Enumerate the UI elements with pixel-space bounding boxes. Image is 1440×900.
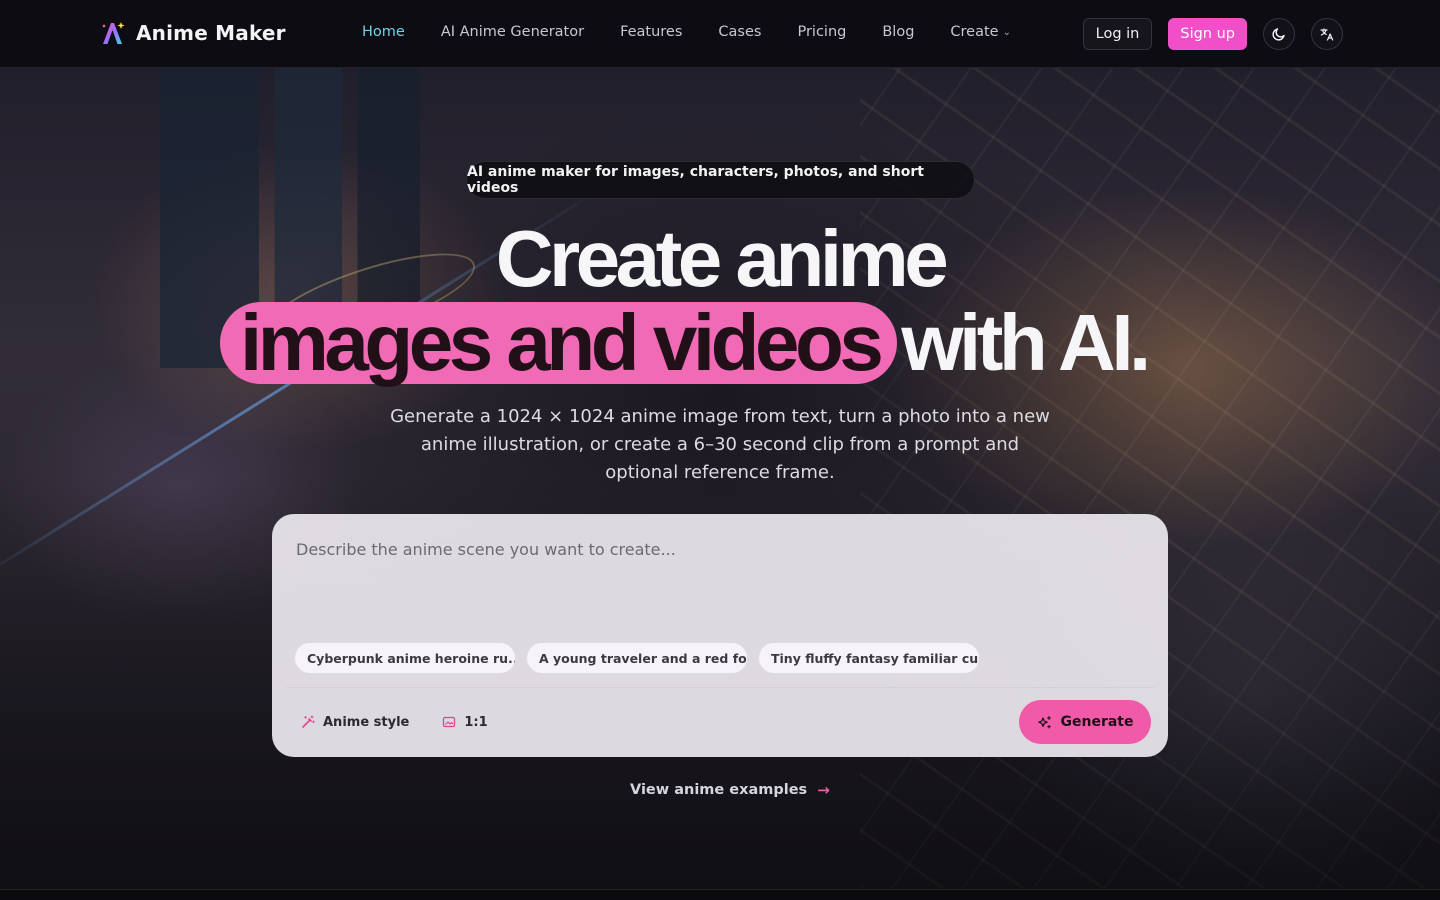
page-bottom-strip [0,889,1440,900]
prompt-suggestions: Cyberpunk anime heroine ru... A young tr… [294,642,980,674]
translate-icon [1320,28,1334,41]
anime-maker-logo-icon [102,22,125,44]
hero-subtitle: Generate a 1024 × 1024 anime image from … [390,406,1050,483]
hero-title-rest: with AI. [901,298,1151,387]
style-option-button[interactable]: Anime style [289,706,422,738]
prompt-input[interactable] [296,540,1136,630]
suggestion-chip[interactable]: Cyberpunk anime heroine ru... [294,642,516,674]
sparkle-icon [1037,715,1051,729]
hero-title-line1: Create anime [495,214,949,303]
image-ratio-icon [443,716,456,728]
signup-button[interactable]: Sign up [1168,18,1247,50]
nav-cases[interactable]: Cases [718,24,761,40]
main-nav: Home AI Anime Generator Features Cases P… [362,24,1011,40]
card-divider [286,687,1154,688]
view-examples-label: View anime examples [630,782,808,798]
hero-title-line2: images and videos with AI. [220,298,1151,388]
aspect-ratio-label: 1:1 [464,714,488,730]
theme-toggle-button[interactable] [1263,18,1295,50]
nav-features[interactable]: Features [620,24,682,40]
brand-name: Anime Maker [136,21,286,45]
nav-home[interactable]: Home [362,24,405,40]
nav-blog[interactable]: Blog [882,24,914,40]
suggestion-chip[interactable]: Tiny fluffy fantasy familiar cu... [758,642,980,674]
arrow-right-icon: → [817,781,830,799]
nav-ai-anime-generator[interactable]: AI Anime Generator [441,24,584,40]
site-header: Anime Maker Home AI Anime Generator Feat… [0,0,1440,68]
prompt-card: Cyberpunk anime heroine ru... A young tr… [272,514,1168,757]
nav-create-dropdown[interactable]: Create ⌄ [950,24,1011,40]
language-button[interactable] [1311,18,1343,50]
hero-title-highlight: images and videos [220,298,898,387]
style-option-label: Anime style [323,714,410,730]
moon-icon [1272,28,1285,41]
brand-home-link[interactable]: Anime Maker [100,20,286,46]
generation-options: Anime style 1:1 [289,706,500,738]
header-actions: Log in Sign up [1082,18,1343,50]
nav-create-label: Create [950,24,999,40]
magic-wand-icon [302,715,315,728]
chevron-down-icon: ⌄ [1002,26,1011,38]
login-button[interactable]: Log in [1082,18,1153,50]
hero-tagline-badge: AI anime maker for images, characters, p… [466,161,975,199]
generate-label: Generate [1060,714,1134,730]
generate-button[interactable]: Generate [1019,700,1151,744]
aspect-ratio-button[interactable]: 1:1 [430,706,500,738]
view-examples-link[interactable]: View anime examples → [630,781,830,799]
suggestion-chip[interactable]: A young traveler and a red fo... [526,642,748,674]
nav-pricing[interactable]: Pricing [797,24,846,40]
